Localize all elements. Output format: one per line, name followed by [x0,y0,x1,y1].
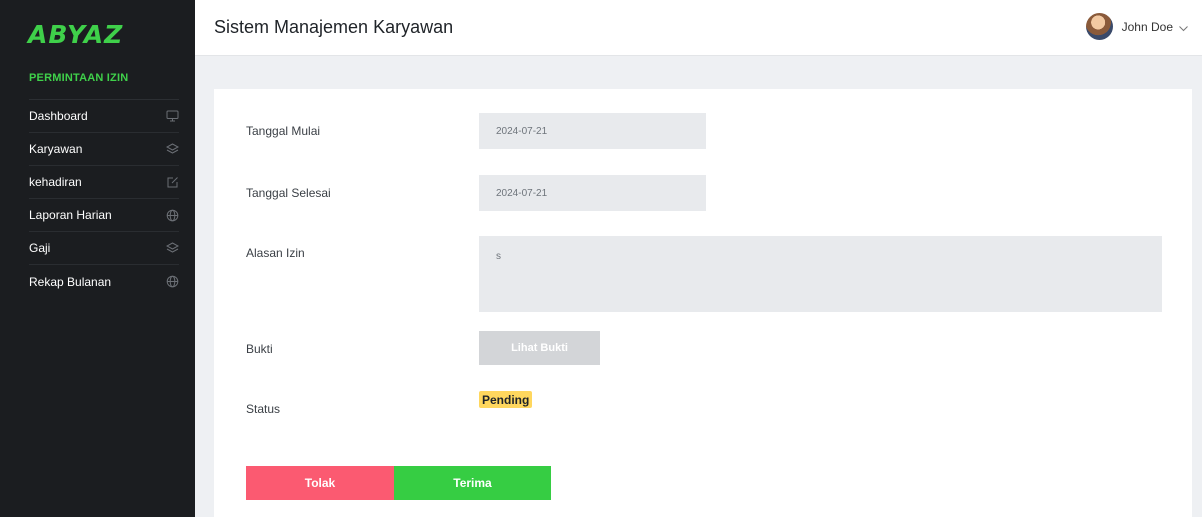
sidebar-item-label: Gaji [29,241,51,255]
sidebar-item-laporan-harian[interactable]: Laporan Harian [29,199,179,232]
sidebar-item-label: kehadiran [29,175,82,189]
reason-label: Alasan Izin [246,246,305,260]
layers-icon [165,241,179,255]
sidebar-menu: Dashboard Karyawan kehadiran Laporan Har… [29,100,179,298]
end-date-field: 2024-07-21 [479,175,706,211]
top-bar: Sistem Manajemen Karyawan John Doe [195,0,1202,56]
sidebar-item-rekap-bulanan[interactable]: Rekap Bulanan [29,265,179,298]
sidebar-item-karyawan[interactable]: Karyawan [29,133,179,166]
monitor-icon [165,109,179,123]
view-proof-button[interactable]: Lihat Bukti [479,331,600,365]
reason-field: s [479,236,1162,312]
proof-label: Bukti [246,342,273,356]
chevron-down-icon[interactable] [1178,21,1189,32]
sidebar: ABYAZ PERMINTAAN IZIN Dashboard Karyawan… [0,0,195,517]
start-date-label: Tanggal Mulai [246,124,321,138]
page-title: Sistem Manajemen Karyawan [214,17,454,37]
globe-icon [165,208,179,222]
sidebar-item-label: Dashboard [29,109,88,123]
sidebar-item-gaji[interactable]: Gaji [29,232,179,265]
sidebar-item-label: Karyawan [29,142,83,156]
sidebar-item-label: Laporan Harian [29,208,112,222]
app-logo[interactable]: ABYAZ [28,20,123,49]
start-date-field: 2024-07-21 [479,113,706,149]
user-menu[interactable]: John Doe [1085,13,1189,40]
sidebar-item-dashboard[interactable]: Dashboard [29,100,179,133]
globe-icon [165,275,179,289]
status-label: Status [246,402,281,416]
user-name[interactable]: John Doe [1122,20,1173,34]
leave-request-card: Tanggal Mulai 2024-07-21 Tanggal Selesai… [214,89,1192,517]
edit-icon [165,175,179,189]
sidebar-section-header: PERMINTAAN IZIN [29,72,129,84]
end-date-label: Tanggal Selesai [246,186,331,200]
status-badge: Pending [479,391,533,408]
sidebar-item-label: Rekap Bulanan [29,274,112,289]
reject-button[interactable]: Tolak [246,466,394,500]
sidebar-item-kehadiran[interactable]: kehadiran [29,166,179,199]
layers-icon [165,142,179,156]
accept-button[interactable]: Terima [394,466,551,500]
avatar[interactable] [1085,13,1113,40]
